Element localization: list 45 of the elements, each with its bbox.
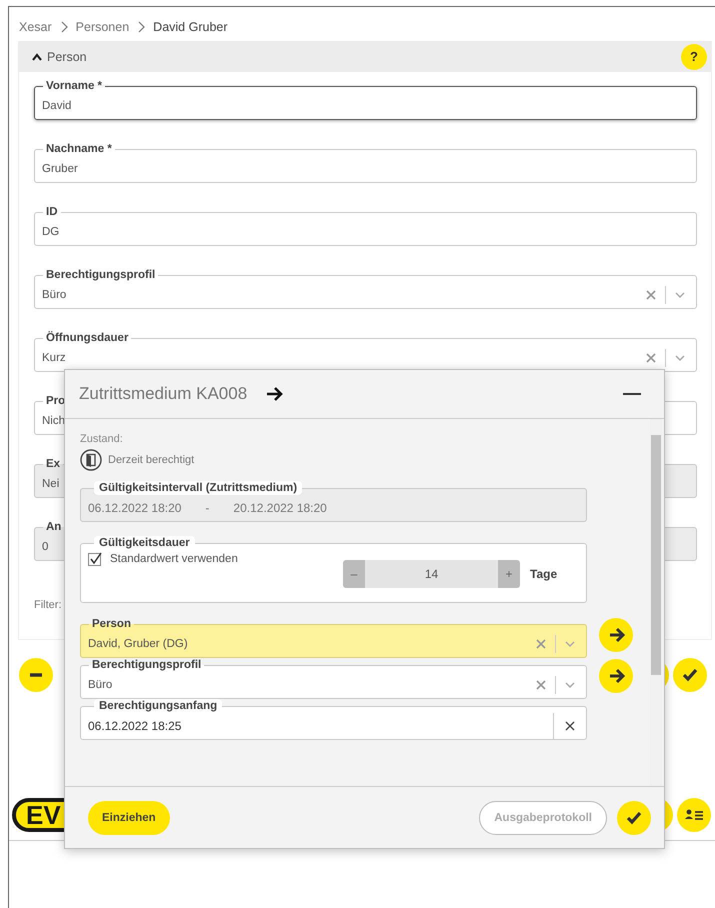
unit-label: Tage bbox=[530, 567, 558, 581]
range-separator: - bbox=[205, 501, 210, 515]
date-value: 20.12.2022 18:20 bbox=[233, 501, 327, 515]
text-field[interactable]: ID DG bbox=[34, 205, 697, 246]
door-icon bbox=[80, 449, 102, 471]
minus-icon[interactable] bbox=[19, 658, 53, 692]
checkmark-icon[interactable] bbox=[617, 800, 651, 834]
field-label: ID bbox=[45, 205, 58, 219]
date-field[interactable]: Berechtigungsanfang 06.12.2022 18:25 bbox=[80, 699, 587, 740]
field-label: Berechtigungsanfang bbox=[94, 699, 222, 713]
checked-box-icon bbox=[88, 552, 102, 566]
field-label: Berechtigungsprofil bbox=[45, 268, 156, 282]
breadcrumb-link[interactable]: Xesar bbox=[19, 20, 52, 34]
field-label: Gültigkeitsdauer bbox=[94, 536, 195, 550]
field-label: Person bbox=[91, 617, 132, 631]
chevron-right-icon bbox=[60, 21, 68, 33]
checkmark-icon[interactable] bbox=[673, 658, 707, 692]
help-button[interactable]: ? bbox=[681, 44, 707, 70]
field-label: Vorname * bbox=[45, 79, 104, 93]
field-label: Nachname * bbox=[45, 142, 113, 156]
arrow-right-icon[interactable] bbox=[599, 659, 633, 693]
checkbox[interactable]: Standardwert verwenden bbox=[88, 552, 333, 566]
text-field[interactable]: Nachname * Gruber bbox=[34, 142, 697, 183]
arrow-right-icon[interactable] bbox=[599, 618, 633, 652]
einziehen-button[interactable]: Einziehen bbox=[88, 800, 170, 834]
breadcrumb-link[interactable]: Personen bbox=[76, 20, 130, 34]
field-label: Ex bbox=[45, 457, 62, 471]
number-field[interactable]: 14 bbox=[365, 560, 498, 588]
field-label: An bbox=[45, 520, 62, 534]
field-label: Pro bbox=[45, 394, 66, 408]
field-label: Berechtigungsprofil bbox=[91, 658, 202, 672]
panel-title: Person bbox=[47, 50, 88, 64]
state-text: Derzeit berechtigt bbox=[108, 454, 194, 466]
person-list-icon[interactable] bbox=[677, 798, 711, 832]
field-label: Gültigkeitsintervall (Zutrittsmedium) bbox=[94, 481, 302, 495]
clear-icon[interactable] bbox=[564, 720, 576, 732]
chevron-up-icon bbox=[32, 52, 42, 60]
field-label: Öffnungsdauer bbox=[45, 331, 130, 345]
filter-label: Filter: bbox=[34, 599, 62, 611]
date-value: 06.12.2022 18:20 bbox=[88, 501, 182, 515]
state-label: Zustand: bbox=[80, 433, 124, 445]
dialog-title: Zutrittsmedium KA008 bbox=[79, 384, 248, 404]
panel-header[interactable]: Person ? bbox=[19, 41, 711, 72]
text-field[interactable]: Vorname * David bbox=[34, 79, 697, 120]
chevron-right-icon bbox=[137, 21, 146, 33]
